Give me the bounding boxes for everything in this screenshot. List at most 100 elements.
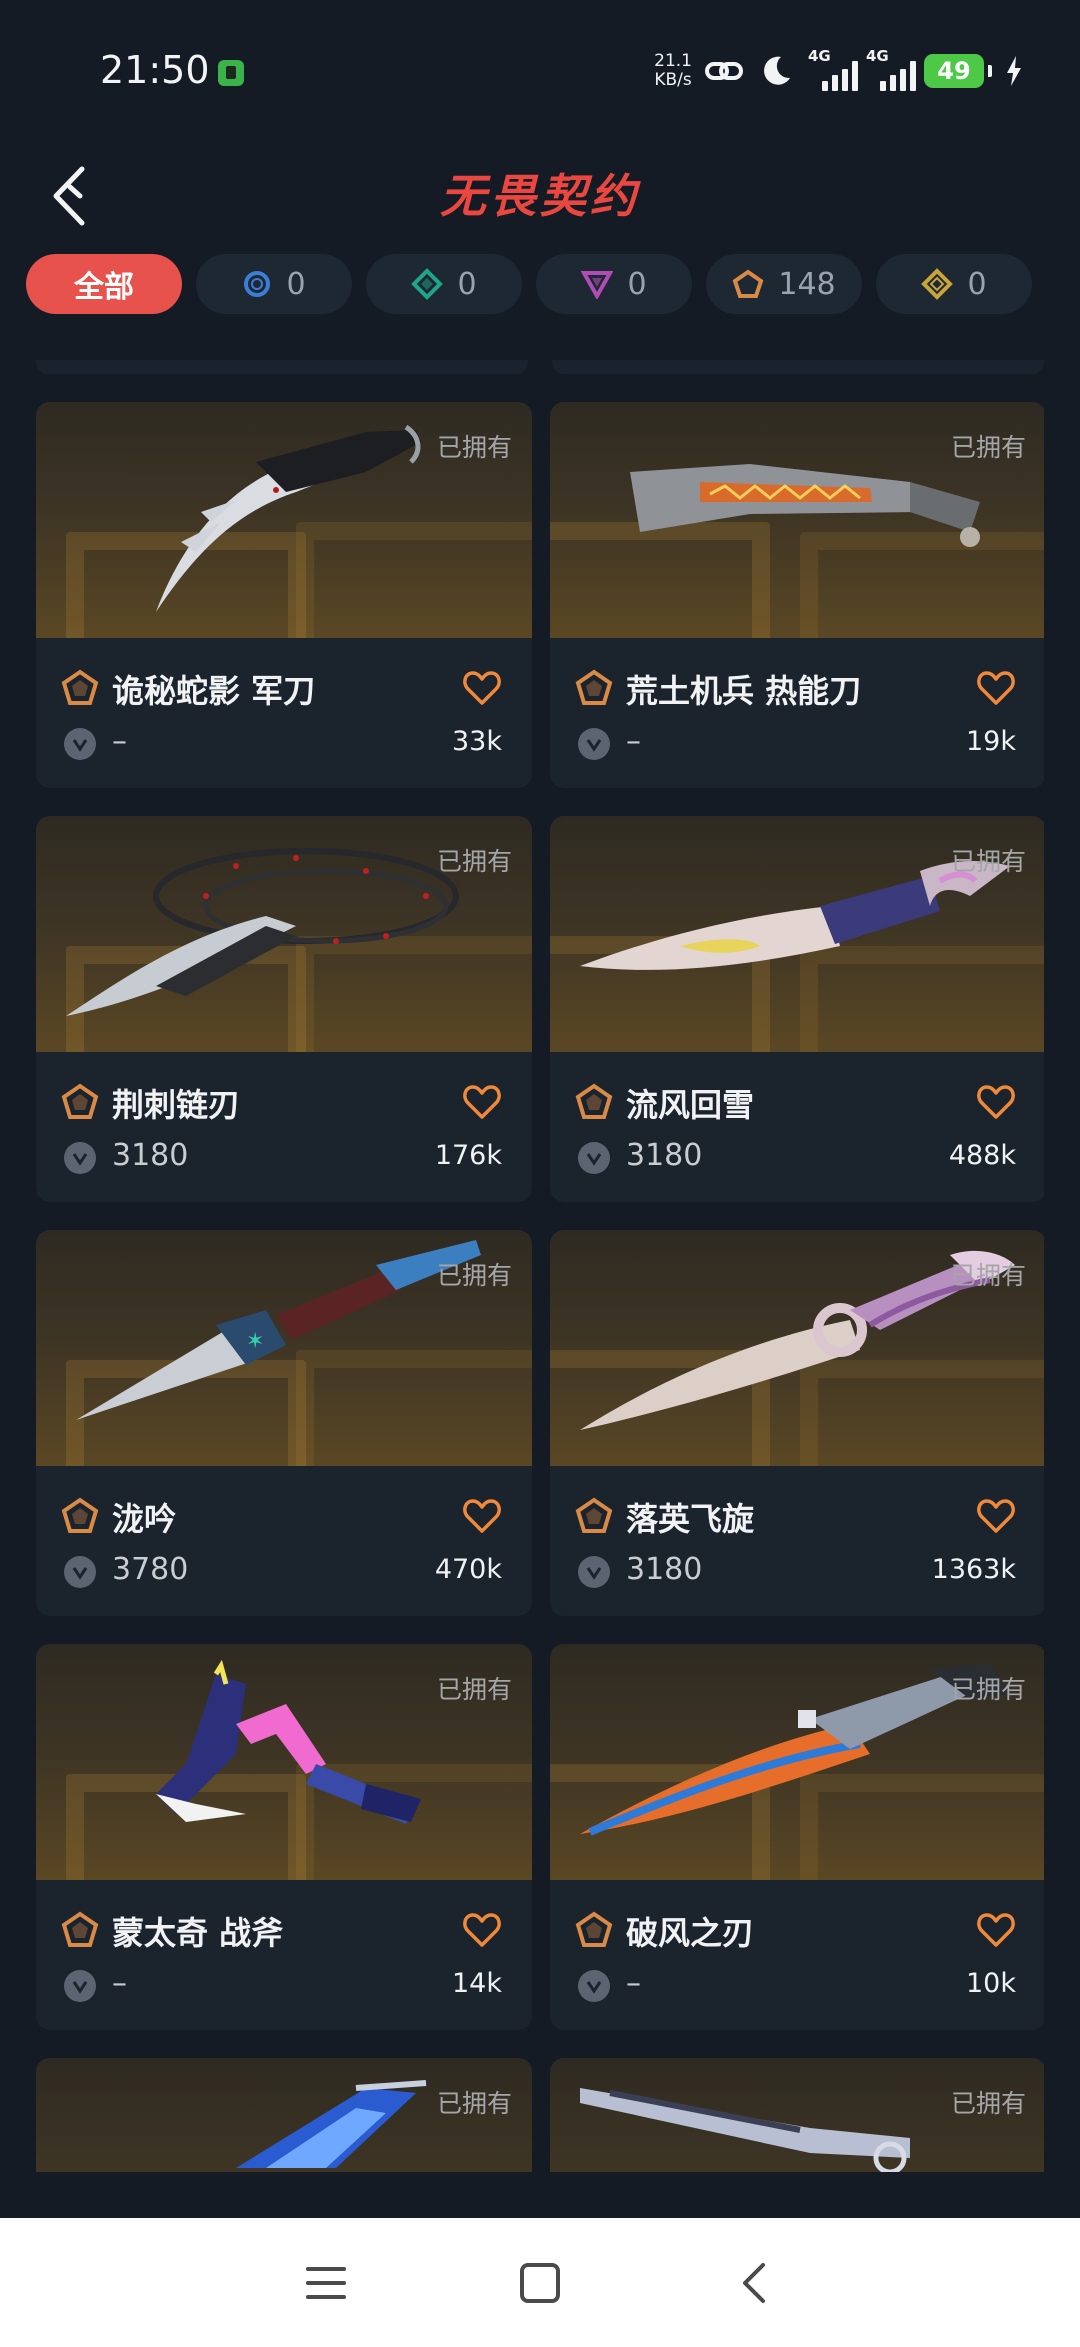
vp-currency-icon [64, 728, 96, 760]
filter-tab-count: 0 [627, 266, 647, 302]
battery-level: 49 [937, 57, 971, 85]
like-count: 470k [434, 1554, 502, 1585]
skin-name: 荒土机兵 热能刀 [626, 672, 862, 710]
system-nav-bar [0, 2218, 1080, 2347]
battery-icon: 49 [924, 54, 984, 88]
svg-text:✶: ✶ [246, 1329, 264, 1354]
nav-back-button[interactable] [719, 2248, 789, 2318]
vp-currency-icon [578, 1970, 610, 2002]
tier-pentagon-icon [575, 669, 613, 705]
skin-grid: 已拥有 诡秘蛇影 军刀 – 33k 已拥有 荒土机兵 热能刀 – 19k 已拥有… [36, 402, 1044, 2172]
heart-icon[interactable] [462, 1910, 502, 1950]
filter-tab-count: 0 [967, 266, 987, 302]
back-icon [743, 2263, 765, 2303]
skin-card[interactable]: ✶ 已拥有 泷吟 3780 470k [36, 1230, 532, 1616]
filter-tab-all[interactable]: 全部 [26, 254, 182, 314]
skin-price: 3780 [112, 1552, 189, 1587]
heart-icon[interactable] [462, 668, 502, 708]
filter-tab-ultra[interactable]: 0 [876, 254, 1032, 314]
filter-tab-select[interactable]: 0 [196, 254, 352, 314]
diamond-icon [411, 268, 444, 300]
skin-price: – [626, 724, 641, 759]
skin-name: 破风之刃 [626, 1914, 755, 1952]
heart-icon[interactable] [976, 1082, 1016, 1122]
skin-card[interactable]: 已拥有 诡秘蛇影 军刀 – 33k [36, 402, 532, 788]
previous-row-edge [36, 360, 1044, 374]
tier-pentagon-icon [61, 669, 99, 705]
skin-image: 已拥有 [550, 816, 1044, 1052]
filter-tab-premium[interactable]: 0 [536, 254, 692, 314]
skin-image: 已拥有 [550, 1230, 1044, 1466]
card-edge [36, 360, 528, 374]
skin-image: 已拥有 [36, 402, 532, 638]
home-button[interactable] [505, 2248, 575, 2318]
skin-image: 已拥有 [550, 402, 1044, 638]
header: 无畏契约 [0, 150, 1080, 240]
charging-icon [1004, 51, 1024, 91]
skin-price: 3180 [626, 1138, 703, 1173]
battery-tip [988, 65, 992, 77]
skin-info: 破风之刃 – 10k [550, 1880, 1044, 2030]
tier-pentagon-icon [575, 1911, 613, 1947]
menu-button[interactable] [291, 2248, 361, 2318]
status-bar: 21:50 21.1 KB/s 4G 4G 49 [0, 0, 1080, 140]
owned-label: 已拥有 [950, 2089, 1026, 2118]
owned-label: 已拥有 [436, 1261, 512, 1290]
pentagon-icon [732, 269, 764, 298]
like-count: 19k [966, 726, 1016, 757]
heart-icon[interactable] [976, 1910, 1016, 1950]
network-speed-value: 21.1 [654, 51, 692, 71]
filter-tab-deluxe[interactable]: 0 [366, 254, 522, 314]
skin-card[interactable]: 已拥有 荆刺链刃 3180 176k [36, 816, 532, 1202]
signal-label-2: 4G [866, 47, 889, 65]
status-icons: 21.1 KB/s 4G 4G 49 [654, 47, 1024, 94]
vp-currency-icon [578, 1556, 610, 1588]
tier-pentagon-icon [61, 1911, 99, 1947]
owned-label: 已拥有 [950, 433, 1026, 462]
skin-info: 荆刺链刃 3180 176k [36, 1052, 532, 1202]
skin-card[interactable]: 已拥有 荒土机兵 热能刀 – 19k [550, 402, 1044, 788]
skin-price: 3180 [626, 1552, 703, 1587]
network-speed: 21.1 KB/s [654, 52, 692, 90]
skin-info: 蒙太奇 战斧 – 14k [36, 1880, 532, 2030]
owned-label: 已拥有 [436, 2089, 512, 2118]
menu-icon [306, 2267, 346, 2299]
heart-icon[interactable] [976, 1496, 1016, 1536]
filter-tab-exclusive[interactable]: 148 [706, 254, 862, 314]
vp-currency-icon [578, 728, 610, 760]
ring-icon [244, 271, 271, 297]
skin-card[interactable]: 已拥有 破风之刃 – 10k [550, 1644, 1044, 2030]
heart-icon[interactable] [976, 668, 1016, 708]
heart-icon[interactable] [462, 1496, 502, 1536]
link-icon [704, 51, 744, 91]
like-count: 488k [948, 1140, 1016, 1171]
owned-label: 已拥有 [950, 1675, 1026, 1704]
skin-card[interactable]: 已拥有 落英飞旋 3180 1363k [550, 1230, 1044, 1616]
skin-card[interactable]: 已拥有 [36, 2058, 532, 2172]
filter-tab-count: 148 [778, 266, 836, 302]
owned-label: 已拥有 [950, 847, 1026, 876]
skin-card[interactable]: 已拥有 蒙太奇 战斧 – 14k [36, 1644, 532, 2030]
skin-info: 诡秘蛇影 军刀 – 33k [36, 638, 532, 788]
vp-currency-icon [64, 1970, 96, 2002]
owned-label: 已拥有 [436, 433, 512, 462]
tier-pentagon-icon [61, 1497, 99, 1533]
vp-currency-icon [64, 1142, 96, 1174]
heart-icon[interactable] [462, 1082, 502, 1122]
skin-image: 已拥有 [36, 1644, 532, 1880]
card-edge [552, 360, 1044, 374]
filter-tab-label: 全部 [74, 270, 134, 305]
like-count: 10k [966, 1968, 1016, 1999]
signal-icon-2: 4G [866, 47, 916, 91]
skin-info: 荒土机兵 热能刀 – 19k [550, 638, 1044, 788]
tier-pentagon-icon [61, 1083, 99, 1119]
rarity-filter-tabs: 全部 0 0 0 148 0 [26, 254, 1080, 314]
skin-name: 流风回雪 [626, 1086, 755, 1124]
owned-label: 已拥有 [436, 1675, 512, 1704]
moon-icon [756, 51, 796, 91]
skin-image: 已拥有 [36, 816, 532, 1052]
skin-price: 3180 [112, 1138, 189, 1173]
skin-card[interactable]: 已拥有 流风回雪 3180 488k [550, 816, 1044, 1202]
skin-info: 流风回雪 3180 488k [550, 1052, 1044, 1202]
skin-card[interactable]: 已拥有 [550, 2058, 1044, 2172]
